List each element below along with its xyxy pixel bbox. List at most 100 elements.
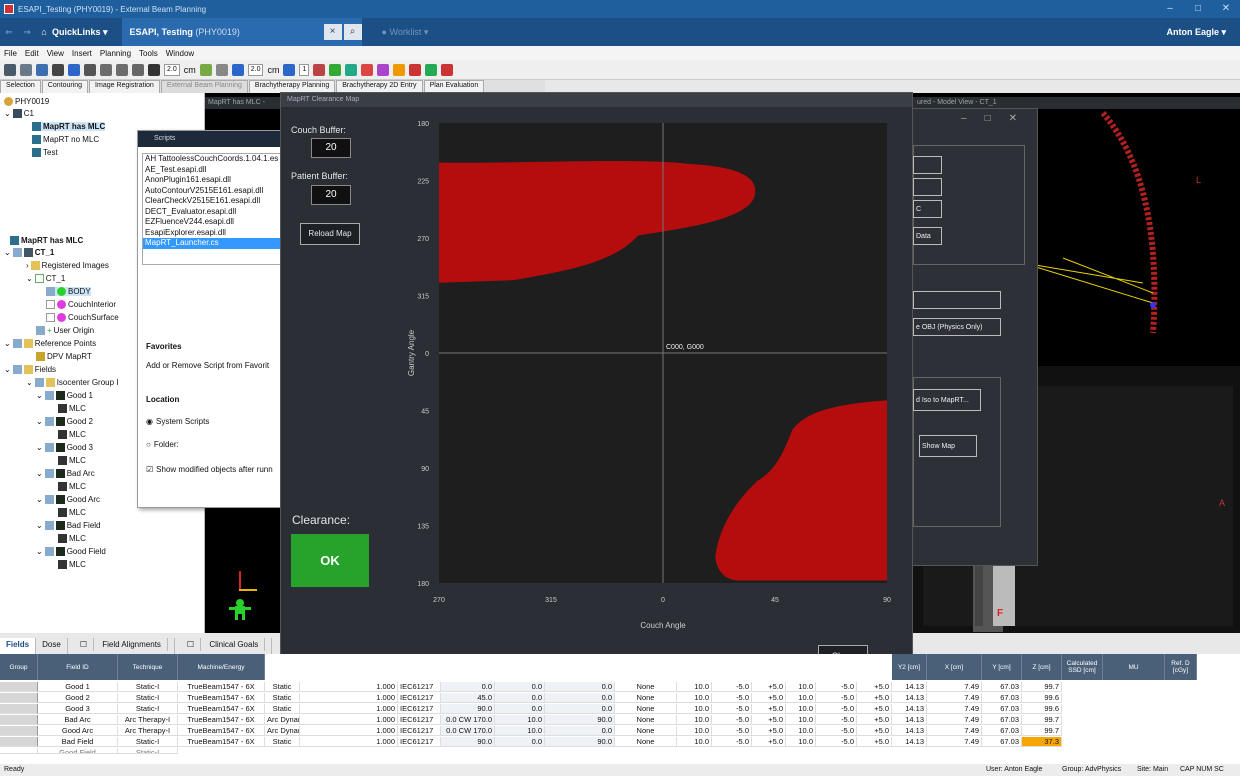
dose-icon[interactable]	[425, 63, 438, 76]
column-header[interactable]: MU	[1103, 654, 1165, 680]
table-cell[interactable]: Static-I	[118, 737, 178, 747]
table-cell[interactable]	[0, 693, 38, 703]
table-cell[interactable]: Arc Dynamic	[265, 726, 300, 736]
checkbox-icon[interactable]	[12, 339, 22, 348]
table-cell[interactable]: 10.0	[677, 682, 712, 692]
checkbox-icon[interactable]	[44, 547, 54, 556]
column-header[interactable]: Y2 [cm]	[892, 654, 927, 680]
table-cell[interactable]: 10.0	[677, 704, 712, 714]
tree-mlc[interactable]: MLC	[58, 456, 86, 465]
user-menu[interactable]: Anton Eagle ▾	[1166, 27, 1226, 38]
list-item[interactable]: DECT_Evaluator.esapi.dll	[143, 207, 281, 218]
table-cell[interactable]: 67.03	[982, 693, 1022, 703]
table-cell[interactable]: 1.000	[300, 704, 398, 714]
table-cell[interactable]: +5.0	[857, 704, 892, 714]
table-cell[interactable]: 99.7	[1022, 682, 1062, 692]
table-cell[interactable]: +5.0	[752, 715, 786, 725]
show-map-button[interactable]: Show Map	[919, 435, 977, 457]
table-cell[interactable]: 14.13	[892, 715, 927, 725]
table-cell[interactable]: 0.0	[545, 726, 615, 736]
tree-field[interactable]: ⌄ Good 3	[36, 443, 93, 452]
scripts-list[interactable]: AH TattoolessCouchCoords.1.04.1.es AE_Te…	[142, 153, 282, 265]
table-cell[interactable]: 99.7	[1022, 715, 1062, 725]
table-cell[interactable]	[0, 726, 38, 736]
table-cell[interactable]: 67.03	[982, 726, 1022, 736]
tab-clinical-goals[interactable]: ☐ Clinical Goals	[175, 638, 273, 654]
tree-field[interactable]: ⌄ Good Arc	[36, 495, 100, 504]
tree-field[interactable]: ⌄ Good 1	[36, 391, 93, 400]
angle-icon[interactable]	[215, 63, 228, 76]
table-cell[interactable]: 45.0	[441, 693, 495, 703]
marker-icon[interactable]	[361, 63, 374, 76]
zoom-out-icon[interactable]	[116, 63, 128, 76]
tree-patient[interactable]: PHY0019	[4, 97, 49, 106]
menu-window[interactable]: Window	[166, 49, 194, 58]
table-cell[interactable]: 14.13	[892, 704, 927, 714]
table-cell[interactable]: 90.0	[545, 715, 615, 725]
table-cell[interactable]: 10.0	[495, 715, 545, 725]
table-cell[interactable]: 67.03	[982, 704, 1022, 714]
table-cell[interactable]: -5.0	[816, 682, 857, 692]
table-cell[interactable]: +5.0	[857, 726, 892, 736]
list-item[interactable]: AH TattoolessCouchCoords.1.04.1.es	[143, 154, 281, 165]
checkbox-icon[interactable]	[46, 300, 55, 309]
column-header[interactable]: Machine/Energy	[178, 654, 265, 680]
menu-view[interactable]: View	[47, 49, 64, 58]
tree-plan-item[interactable]: Test	[32, 148, 58, 157]
tab-external-beam-planning[interactable]: External Beam Planning	[160, 80, 248, 93]
table-cell[interactable]: 10.0	[786, 726, 816, 736]
tree-structure[interactable]: BODY	[46, 287, 91, 296]
point-icon[interactable]	[393, 63, 406, 76]
home-icon[interactable]: ⌂	[36, 27, 52, 37]
table-cell[interactable]: 10.0	[786, 704, 816, 714]
tree-field[interactable]: ⌄ Bad Arc	[36, 469, 95, 478]
menu-edit[interactable]: Edit	[25, 49, 39, 58]
target-icon[interactable]	[329, 63, 342, 76]
list-item[interactable]: EsapiExplorer.esapi.dll	[143, 228, 281, 239]
back-arrow-icon[interactable]: ⇐	[0, 27, 18, 38]
reload-map-button[interactable]: Reload Map	[300, 223, 360, 245]
tree-mlc[interactable]: MLC	[58, 482, 86, 491]
menu-tools[interactable]: Tools	[139, 49, 158, 58]
table-cell[interactable]: +5.0	[752, 682, 786, 692]
column-header[interactable]: Z [cm]	[1022, 654, 1062, 680]
info-icon[interactable]	[52, 63, 64, 76]
table-cell[interactable]: 7.49	[927, 693, 982, 703]
table-cell[interactable]: None	[615, 726, 677, 736]
tab-fields[interactable]: Fields	[0, 638, 37, 654]
export-obj-button[interactable]: e OBJ (Physics Only)	[913, 318, 1001, 336]
tree-ct[interactable]: ⌄ CT_1	[4, 248, 54, 257]
table-cell[interactable]: +5.0	[857, 693, 892, 703]
list-item[interactable]: EZFluenceV244.esapi.dll	[143, 217, 281, 228]
column-header[interactable]: Calculated SSD [cm]	[1062, 654, 1103, 680]
panel-button-c[interactable]: C	[913, 200, 942, 218]
table-cell[interactable]: Good Field	[38, 748, 118, 754]
table-cell[interactable]: 7.49	[927, 682, 982, 692]
table-cell[interactable]: +5.0	[752, 737, 786, 747]
tab-image-registration[interactable]: Image Registration	[89, 80, 160, 93]
table-cell[interactable]: None	[615, 693, 677, 703]
table-cell[interactable]: 0.0 CW 170.0	[441, 715, 495, 725]
pan-icon[interactable]	[132, 63, 144, 76]
table-cell[interactable]: 99.6	[1022, 704, 1062, 714]
system-scripts-radio[interactable]: ◉ System Scripts	[146, 417, 209, 426]
list-item[interactable]: AnonPlugin161.esapi.dll	[143, 175, 281, 186]
table-cell[interactable]: -5.0	[816, 737, 857, 747]
table-cell[interactable]: Static-I	[118, 693, 178, 703]
tree-reference-points[interactable]: ⌄ Reference Points	[4, 339, 96, 348]
checkbox-icon[interactable]	[34, 378, 44, 387]
list-item[interactable]: ClearCheckV2515E161.esapi.dll	[143, 196, 281, 207]
table-cell[interactable]: 1.000	[300, 715, 398, 725]
send-iso-button[interactable]: d Iso to MapRT...	[913, 389, 981, 411]
table-cell[interactable]	[0, 748, 38, 754]
table-cell[interactable]: +5.0	[857, 715, 892, 725]
table-cell[interactable]: Static	[265, 737, 300, 747]
table-cell[interactable]: 0.0	[545, 682, 615, 692]
zoom2-field[interactable]: 2.0	[247, 63, 264, 76]
table-cell[interactable]: -5.0	[712, 715, 752, 725]
table-cell[interactable]: -5.0	[816, 704, 857, 714]
rotate-icon[interactable]	[283, 63, 296, 76]
table-cell[interactable]: None	[615, 682, 677, 692]
zoom1-field[interactable]: 2.0	[164, 63, 180, 76]
checkbox-icon[interactable]	[44, 495, 54, 504]
